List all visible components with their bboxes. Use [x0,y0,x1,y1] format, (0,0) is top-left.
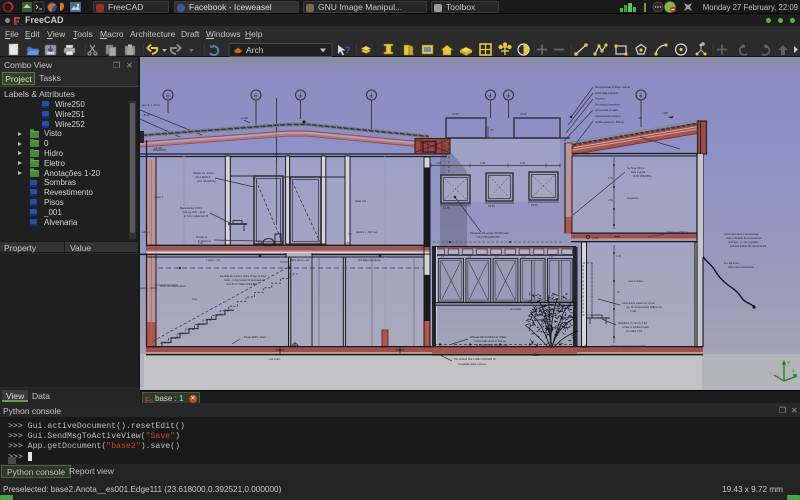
svg-text:?: ? [345,45,351,55]
svg-text:xGas ducts smarc rep ny dct: xGas ducts smarc rep ny dct [622,301,655,305]
svg-text:rover - 2 rite hunter rd pentr: rover - 2 rite hunter rd pentrapb 4x [224,278,266,282]
svg-text:visto AC: visto AC [355,199,367,203]
svg-text:1sP: 1sP [522,256,526,258]
svg-text:+4.30: +4.30 [240,116,248,120]
svg-text:tfml dispens referve: tfml dispens referve [358,258,381,262]
svg-text:ba 9bu gravel b - BRival: ba 9bu gravel b - BRival [595,120,624,124]
svg-text:Laua reglo de lv s ds ad srli: Laua reglo de lv s ds ad srlige [724,232,759,236]
svg-text:Vista 7: Vista 7 [154,195,163,199]
svg-text:tinta p geral: tinta p geral [631,170,645,174]
svg-text:C6.P5: C6.P5 [531,204,538,207]
svg-text:4.00: 4.00 [616,255,621,258]
svg-text:Re cercal d carrefour: Re cercal d carrefour [595,102,620,106]
svg-text:r contr ludo asmf pr b2x ae: r contr ludo asmf pr b2x ae [474,339,506,343]
svg-text:4.23: 4.23 [520,161,526,165]
svg-text:cPort ds creat referve: cPort ds creat referve [160,284,186,288]
svg-text:Tesoura: Tesoura [595,97,605,101]
svg-text:+382: +382 [662,111,668,115]
svg-text:Ttw screed mia c wfbv ezd to: Ttw screed mia c wfbv ezd tow5 vb [454,357,496,361]
svg-text:1.45: 1.45 [608,177,613,180]
svg-text:Pisos ADM - Mad: Pisos ADM - Mad [244,335,266,339]
svg-text:2.90: 2.90 [345,241,351,245]
svg-text:1.20: 1.20 [198,241,204,245]
svg-text:7.06: 7.06 [480,161,486,165]
svg-text:Arch: Arch [246,45,264,55]
svg-text:s piso t - dcl: s piso t - dcl [206,258,220,262]
svg-text:portas m schleier Keller: portas m schleier Keller [622,325,649,329]
svg-text:vest troculte: vest troculte [628,279,643,283]
svg-text:u GL 47am: u GL 47am [268,358,280,361]
svg-text:Lavatorio: Lavatorio [627,196,639,200]
svg-text:ba Tess Ultima: ba Tess Ultima [627,166,645,170]
svg-text:1sP: 1sP [468,256,472,258]
svg-text:1sP: 1sP [441,256,445,258]
svg-text:nTrelica ss OSF 5u: nTrelica ss OSF 5u [666,230,689,234]
svg-text:(vrd. 31x34x1g: (vrd. 31x34x1g [197,179,216,183]
svg-text:4.25: 4.25 [258,241,264,245]
svg-text:+5.60: +5.60 [452,112,459,116]
svg-text:0x70 155x66Pa: 0x70 155x66Pa [633,174,652,178]
svg-text:mg, bb scvomments dtrfbcw cp: mg, bb scvomments dtrfbcw cp [626,305,662,309]
svg-text:edifce c: edifce c [142,231,151,234]
svg-text:1sP: 1sP [495,256,499,258]
svg-text:lp forro suktura E B: lp forro suktura E B [184,214,208,218]
svg-text:720.3 705 w055 09F: 720.3 705 w055 09F [476,235,500,239]
svg-text:|em 4.4, 27m: |em 4.4, 27m [142,103,160,107]
svg-text:lrxv apt lrval e: lrxv apt lrval e [724,261,741,265]
svg-text:congertler sotd c ebene: congertler sotd c ebene [458,362,487,366]
svg-text:promoxella co-slab: promoxella co-slab [595,108,618,112]
svg-text:mv callor 2.62: mv callor 2.62 [626,329,643,333]
svg-text:1sP: 1sP [549,256,553,258]
svg-text:cEdifce - NCfdst: cEdifce - NCfdst [140,287,158,290]
svg-text:sPiacas bdt fcl fablcA E 7Zfab: sPiacas bdt fcl fablcA E 7Zfabr [470,335,507,339]
svg-text:Recuperacao ct dispo natural: Recuperacao ct dispo natural [595,85,630,89]
svg-text:pab acs lebrrel Vb riebr ls: pab acs lebrrel Vb riebr ls E-G3 [730,244,767,248]
svg-text:casa e dmsbdr tfe l bslsvacrt: casa e dmsbdr tfe l bslsvacrtec [726,236,762,240]
svg-text:(HVI) Sala 112x435: (HVI) Sala 112x435 [595,91,619,95]
svg-text:mva 5j p . / / .ucs a gwdlro: mva 5j p . / / .ucs a gwdlro [728,240,759,244]
svg-text:+2.48: +2.48 [154,146,162,150]
svg-text:Y: Y [787,360,790,365]
svg-text:ve st cias: ve st cias [510,307,522,311]
svg-text:h rad: h rad [630,309,636,313]
svg-text:Escada de revist e nivea 3:1sp: Escada de revist e nivea 3:1sp 1o FGs [220,274,267,278]
svg-text:ALA 4h O THEN WINNER: ALA 4h O THEN WINNER [226,282,257,286]
svg-text:xfloor stone - ust: xfloor stone - ust [290,258,309,262]
svg-text:C6.P5: C6.P5 [443,207,450,210]
svg-text:Wandicke ci mas pv 7:G7: Wandicke ci mas pv 7:G7 [618,321,648,325]
svg-text:Persianas blc amplt v75 908 pa: Persianas blc amplt v75 908 para [470,231,509,235]
svg-text:Calcamentos ral grito: Calcamentos ral grito [595,114,621,118]
svg-text:xEdifce r - NCf stur: xEdifce r - NCf stur [356,231,377,234]
svg-text:2.60: 2.60 [608,199,613,202]
svg-text:+5.60: +5.60 [520,112,527,116]
svg-text:+8.49: +8.49 [142,113,150,117]
svg-text:Piso: Piso [192,297,198,301]
svg-text:+2.88: +2.88 [592,237,599,240]
svg-text:4.08: 4.08 [436,161,442,165]
svg-text:C6.P5: C6.P5 [488,205,495,208]
svg-text:ocrb mas h bslsvacrtw: ocrb mas h bslsvacrtw [728,265,754,269]
